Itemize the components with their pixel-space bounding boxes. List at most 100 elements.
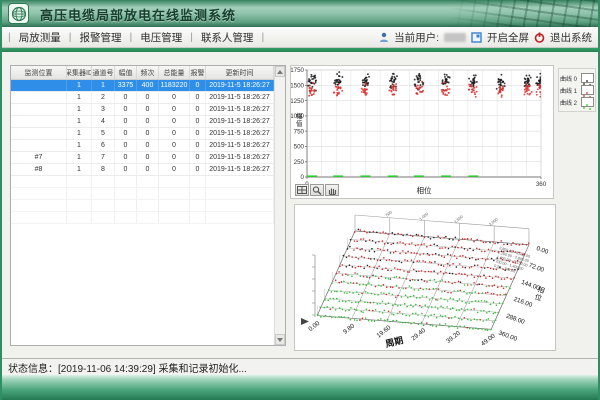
cell-collector-id: 1 [67, 116, 92, 127]
svg-text:250: 250 [294, 159, 305, 166]
menu-item-pd-measurement[interactable]: 局放测量 [17, 30, 63, 45]
legend-item-0[interactable]: 曲线 0 [560, 73, 594, 83]
svg-text:72.00: 72.00 [528, 262, 546, 274]
power-icon[interactable] [534, 32, 545, 43]
table-row[interactable]: 1200002019-11-5 18:26:27 [11, 92, 274, 104]
cell-frequency: 0 [137, 164, 159, 175]
pan-tool-button[interactable] [325, 184, 339, 196]
exit-system-button[interactable]: 退出系统 [550, 30, 592, 45]
graph-palette [295, 184, 339, 196]
legend-item-2[interactable]: 曲线 2 [560, 97, 594, 107]
legend-sample-box[interactable] [581, 97, 594, 107]
current-user-value-redacted [444, 33, 466, 42]
menu-separator: | [129, 31, 132, 43]
menu-right: 当前用户: 开启全屏 退出系统 [379, 30, 592, 45]
menu-items: |局放测量|报警管理|电压管理|联系人管理| [8, 30, 264, 45]
menu-separator: | [261, 31, 264, 43]
table-row[interactable]: 1500002019-11-5 18:26:27 [11, 128, 274, 140]
svg-text:1750: 1750 [291, 67, 305, 74]
fullscreen-icon[interactable] [471, 32, 482, 43]
app-logo [8, 3, 29, 24]
table-row-empty [11, 188, 274, 200]
cell-update-time: 2019-11-5 18:26:27 [206, 164, 274, 175]
legend-sample-box[interactable] [581, 85, 594, 95]
cell-energy: 0 [159, 164, 190, 175]
user-icon [379, 32, 389, 42]
cell-position [11, 116, 67, 127]
cell-update-time: 2019-11-5 18:26:27 [206, 152, 274, 163]
legend-label: 曲线 2 [560, 98, 577, 107]
column-header-frequency: 频次 [137, 66, 159, 79]
table-header-row: 监测位置采集器ID通道号幅值频次总能量报警更新时间 [11, 66, 274, 80]
cell-update-time: 2019-11-5 18:26:27 [206, 116, 274, 127]
legend-label: 曲线 0 [560, 74, 577, 83]
svg-text:29.40: 29.40 [410, 327, 427, 343]
legend-label: 曲线 1 [560, 86, 577, 95]
column-header-position: 监测位置 [11, 66, 67, 79]
svg-text:相位: 相位 [417, 185, 432, 195]
svg-text:1500: 1500 [291, 82, 305, 89]
table-row-empty [11, 200, 274, 212]
fullscreen-button[interactable]: 开启全屏 [487, 30, 529, 45]
svg-text:750: 750 [294, 128, 305, 135]
globe-icon [11, 6, 27, 22]
cell-position [11, 128, 67, 139]
cell-amplitude: 0 [115, 104, 137, 115]
cell-energy: 0 [159, 140, 190, 151]
svg-text:360: 360 [536, 181, 547, 188]
current-user-label: 当前用户: [394, 30, 439, 45]
cell-position [11, 140, 67, 151]
cell-amplitude: 0 [115, 92, 137, 103]
scroll-up-button[interactable] [275, 66, 285, 77]
menu-item-voltage-management[interactable]: 电压管理 [138, 30, 184, 45]
cell-channel: 8 [92, 164, 115, 175]
table-row[interactable]: 1600002019-11-5 18:26:27 [11, 140, 274, 152]
cell-channel: 2 [92, 92, 115, 103]
menu-separator: | [190, 31, 193, 43]
scroll-down-button[interactable] [275, 334, 285, 345]
legend-item-1[interactable]: 曲线 1 [560, 85, 594, 95]
svg-text:39.20: 39.20 [445, 329, 462, 345]
titlebar-decoration [448, 0, 598, 27]
table-scrollbar[interactable] [274, 66, 285, 345]
cell-update-time: 2019-11-5 18:26:27 [206, 92, 274, 103]
table-row[interactable]: 1400002019-11-5 18:26:27 [11, 116, 274, 128]
menu-separator: | [8, 31, 11, 43]
svg-text:1,500: 1,500 [453, 214, 465, 225]
table-row[interactable]: #81800002019-11-5 18:26:27 [11, 164, 274, 176]
cell-position: #7 [11, 152, 67, 163]
svg-text:360.00: 360.00 [497, 330, 518, 343]
cell-collector-id: 1 [67, 128, 92, 139]
cell-collector-id: 1 [67, 140, 92, 151]
cell-channel: 4 [92, 116, 115, 127]
prps-plot: 5001,0001,5002,0000.0072.00144.00216.002… [295, 205, 555, 350]
cell-channel: 6 [92, 140, 115, 151]
svg-text:2,000: 2,000 [488, 216, 500, 227]
zoom-tool-button[interactable] [310, 184, 324, 196]
cell-collector-id: 1 [67, 80, 92, 91]
table-row-empty [11, 212, 274, 224]
cell-channel: 5 [92, 128, 115, 139]
cell-channel: 1 [92, 80, 115, 91]
cell-alarm: 0 [190, 128, 206, 139]
status-bar: 状态信息：[2019-11-06 14:39:29] 采集和记录初始化... [2, 358, 598, 375]
cursor-tool-button[interactable] [295, 184, 309, 196]
cell-amplitude: 3375 [115, 80, 137, 91]
bottom-bar [2, 375, 598, 400]
svg-text:9.80: 9.80 [342, 322, 356, 335]
cell-alarm: 0 [190, 152, 206, 163]
cell-alarm: 0 [190, 116, 206, 127]
status-message: 状态信息：[2019-11-06 14:39:29] 采集和记录初始化... [8, 360, 247, 375]
cell-amplitude: 0 [115, 128, 137, 139]
table-row[interactable]: 113375400118322002019-11-5 18:26:27 [11, 80, 274, 92]
svg-text:0: 0 [301, 174, 305, 181]
legend-sample-box[interactable] [581, 73, 594, 83]
table-row[interactable]: #71700002019-11-5 18:26:27 [11, 152, 274, 164]
cell-position [11, 92, 67, 103]
menu-item-alarm-management[interactable]: 报警管理 [77, 30, 123, 45]
svg-text:288.00: 288.00 [505, 313, 526, 326]
menu-item-contact-management[interactable]: 联系人管理 [199, 30, 256, 45]
svg-text:1250: 1250 [291, 98, 305, 105]
app-window: 高压电缆局部放电在线监测系统 |局放测量|报警管理|电压管理|联系人管理| 当前… [0, 0, 600, 400]
table-row[interactable]: 1300002019-11-5 18:26:27 [11, 104, 274, 116]
